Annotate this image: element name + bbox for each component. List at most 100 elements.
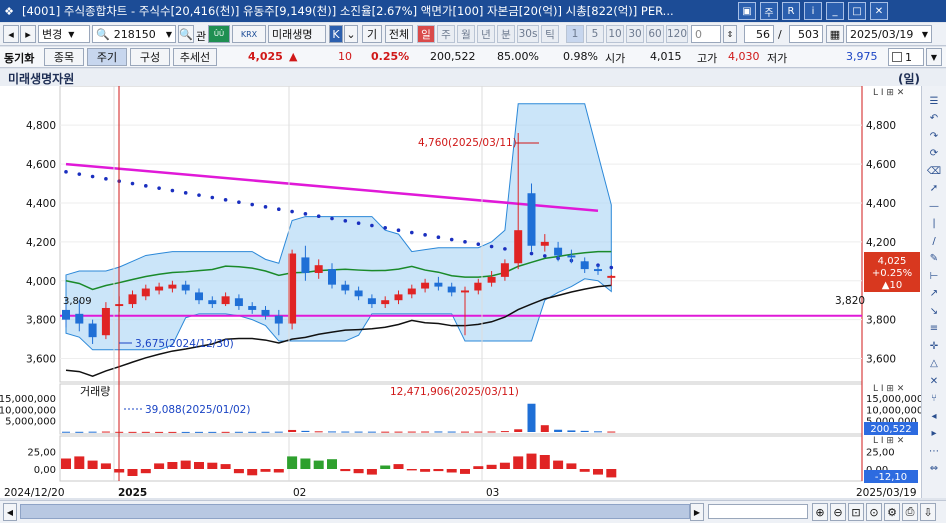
sync-label[interactable]: 동기화 <box>4 50 34 66</box>
date-input[interactable]: 2025/03/19 ▼ <box>846 25 932 43</box>
change-dropdown[interactable]: 변경 ▼ <box>38 25 90 43</box>
zoom-out-icon[interactable]: ⊖ <box>830 503 846 521</box>
volume-panel-controls[interactable]: L I ⊞ ✕ <box>873 384 904 394</box>
zoom-fit-icon[interactable]: ⊡ <box>848 503 864 521</box>
page-separator: / <box>778 28 782 41</box>
horizontal-line-icon[interactable]: — <box>926 199 942 213</box>
toolbar: ◂ ▸ 변경 ▼ 🔍 218150 ▼ 🔍 관 ÛÛ KRX 미래생명 K ⌄ 기 전… <box>0 23 946 46</box>
zoom-slider[interactable] <box>708 504 808 519</box>
fork-icon[interactable]: ⑂ <box>926 392 942 406</box>
volume-bar <box>328 431 336 433</box>
chevron-down-icon[interactable]: ▼ <box>926 48 942 66</box>
candle-body <box>101 307 110 336</box>
interval-input[interactable]: 0 <box>691 25 721 43</box>
period-minute-button[interactable]: 분 <box>497 25 515 43</box>
multiplier-60-button[interactable]: 60 <box>646 25 664 43</box>
parabolic-dot <box>396 228 401 232</box>
all-button[interactable]: 전체 <box>385 25 413 43</box>
volume-bar <box>274 431 283 433</box>
volume-bar <box>500 431 509 433</box>
config-button[interactable]: 구성 <box>130 48 170 66</box>
period-week-button[interactable]: 주 <box>437 25 455 43</box>
calendar-icon[interactable]: ▦ <box>826 25 844 43</box>
refresh-icon[interactable]: ⟳ <box>926 147 942 161</box>
checkbox[interactable] <box>892 52 902 62</box>
volume-bar <box>62 431 70 433</box>
nxt-badge[interactable]: ÛÛ <box>208 25 230 43</box>
redo-icon[interactable]: ↷ <box>926 129 942 143</box>
trend-up-icon[interactable]: ↗ <box>926 287 942 301</box>
next-stock-icon[interactable]: ▸ <box>20 25 36 43</box>
count-input[interactable]: 1 <box>888 48 924 66</box>
page-current-input[interactable]: 56 <box>744 25 774 43</box>
gi-button[interactable]: 기 <box>362 25 382 43</box>
undo-icon[interactable]: ↶ <box>926 112 942 126</box>
indicator-bar <box>593 469 603 475</box>
arrow-left-icon[interactable]: ◂ <box>926 409 942 423</box>
link-icon[interactable]: ▣ <box>738 2 756 20</box>
eraser-icon[interactable]: ⌫ <box>926 164 942 178</box>
vertical-line-icon[interactable]: | <box>926 217 942 231</box>
r-icon[interactable]: R <box>782 2 800 20</box>
volume-bar <box>141 431 150 433</box>
price-chart-svg[interactable]: 4,800 4,800 4,600 4,600 4,400 4,400 4,200 4,200… <box>0 85 923 499</box>
period-tick-button[interactable]: 틱 <box>541 25 559 43</box>
info-icon[interactable]: i <box>804 2 822 20</box>
close-icon[interactable]: ✕ <box>870 2 888 20</box>
arrow-right-icon[interactable]: ▸ <box>926 427 942 441</box>
triangle-icon[interactable]: △ <box>926 357 942 371</box>
diagonal-line-icon[interactable]: / <box>926 234 942 248</box>
list-icon[interactable]: ☰ <box>926 94 942 108</box>
scroll-left-icon[interactable]: ◀ <box>3 503 17 521</box>
krx-button[interactable]: KRX <box>232 25 266 43</box>
settings-icon[interactable]: ⚙ <box>884 503 900 521</box>
chart-area[interactable]: 4,800 4,800 4,600 4,600 4,400 4,400 4,200 4,200… <box>0 85 923 499</box>
more-icon[interactable]: ⋯ <box>926 444 942 458</box>
cross-line-icon[interactable]: ✛ <box>926 339 942 353</box>
indicator-bar <box>406 469 417 471</box>
pencil-icon[interactable]: ✎ <box>926 252 942 266</box>
pointer-icon[interactable]: ➚ <box>926 182 942 196</box>
candle-body <box>421 282 430 289</box>
trend-down-icon[interactable]: ↘ <box>926 304 942 318</box>
print-icon[interactable]: ⎙ <box>902 503 918 521</box>
period-month-button[interactable]: 월 <box>457 25 475 43</box>
channel-icon[interactable]: ≡ <box>926 322 942 336</box>
multiplier-1-button[interactable]: 1 <box>566 25 584 43</box>
period-day-button[interactable]: 일 <box>417 25 435 43</box>
minimize-icon[interactable]: _ <box>826 2 844 20</box>
spinner-icon[interactable]: ⇕ <box>723 25 737 43</box>
zoom-in-icon[interactable]: ⊕ <box>812 503 828 521</box>
multiplier-30-button[interactable]: 30 <box>626 25 644 43</box>
period-year-button[interactable]: 년 <box>477 25 495 43</box>
arrows-icon[interactable]: ⇔ <box>926 462 942 476</box>
trendline-button[interactable]: 추세선 <box>173 48 217 66</box>
cross-icon[interactable]: ✕ <box>926 374 942 388</box>
stock-code-input[interactable]: 🔍 218150 ▼ <box>92 25 176 43</box>
scroll-right-icon[interactable]: ▶ <box>690 503 704 521</box>
multiplier-120-button[interactable]: 120 <box>666 25 688 43</box>
period-30s-button[interactable]: 30s <box>517 25 539 43</box>
k-button[interactable]: K <box>329 25 343 43</box>
zoom-reset-icon[interactable]: ⊙ <box>866 503 882 521</box>
period-button[interactable]: 주기 <box>87 48 127 66</box>
item-button[interactable]: 종목 <box>44 48 84 66</box>
multiplier-10-button[interactable]: 10 <box>606 25 624 43</box>
export-icon[interactable]: ⇩ <box>920 503 936 521</box>
stock-name-field[interactable]: 미래생명 <box>268 25 326 43</box>
parabolic-dot <box>303 212 308 216</box>
prev-stock-icon[interactable]: ◂ <box>3 25 19 43</box>
maximize-icon[interactable]: □ <box>848 2 866 20</box>
indicator-panel-controls[interactable]: L I ⊞ ✕ <box>873 436 904 446</box>
ruler-icon[interactable]: ⊢ <box>926 269 942 283</box>
search-button[interactable]: 🔍 <box>178 25 194 43</box>
panel-controls[interactable]: L I ⊞ ✕ <box>873 88 904 98</box>
indicator-panel[interactable] <box>59 435 863 482</box>
ref-line-label: 3,820 <box>835 295 865 307</box>
multiplier-5-button[interactable]: 5 <box>586 25 604 43</box>
gwan-label[interactable]: 관 <box>196 28 206 44</box>
horizontal-scrollbar[interactable] <box>20 504 690 519</box>
chevron-down-icon[interactable]: ⌄ <box>344 25 358 43</box>
parabolic-dot <box>476 242 481 246</box>
hangul-ju-icon[interactable]: 주 <box>760 2 778 20</box>
